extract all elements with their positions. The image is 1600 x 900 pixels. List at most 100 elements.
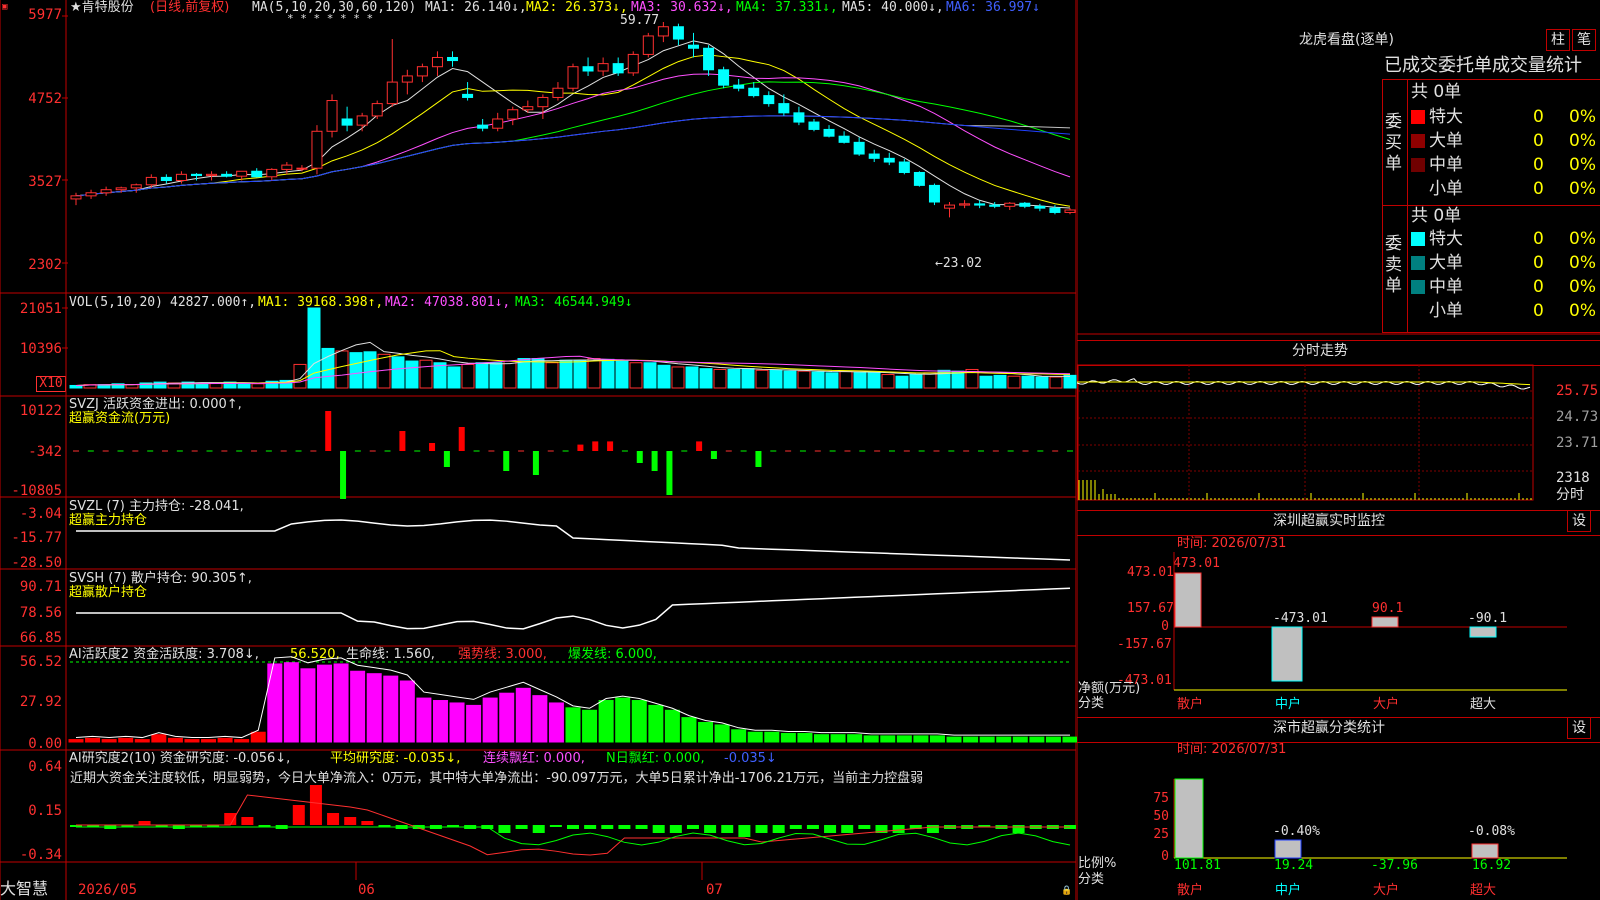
main-chart-area[interactable]: 5977 4752 3527 2302 ▣ ★肯特股份 (日线,前复权) MA(…: [0, 0, 1077, 900]
volume-bar: [461, 363, 475, 389]
candle-body: [597, 63, 609, 72]
activity-bar: [963, 736, 979, 743]
intraday-price-line: [1077, 378, 1531, 390]
right-charts: [1077, 0, 1600, 900]
activity-bar: [432, 700, 448, 743]
volume-bar: [755, 369, 769, 389]
research-bar: [669, 825, 682, 833]
sz-bar-retail: [1174, 572, 1202, 628]
volume-bar: [895, 375, 909, 389]
volume-bar: [1007, 375, 1021, 389]
candle-body: [371, 103, 383, 117]
research-bar: [618, 825, 631, 829]
volume-bar: [643, 362, 657, 389]
activity-bar: [267, 663, 283, 743]
candle-body: [959, 203, 971, 206]
research-bar: [224, 813, 237, 825]
sz-bar-super: [1469, 626, 1497, 638]
volume-bar: [629, 362, 643, 389]
candle-body: [1019, 202, 1031, 207]
flow-bar: [636, 451, 643, 463]
volume-bar: [503, 360, 517, 389]
candle-body: [928, 184, 940, 203]
svzl-line: [76, 519, 1071, 561]
candle-body: [989, 204, 1001, 207]
volume-bar: [1035, 376, 1049, 389]
volume-bar: [769, 369, 783, 389]
volume-bar: [909, 374, 923, 389]
activity-bar: [167, 737, 183, 743]
research-bar: [755, 825, 768, 833]
research-bar: [292, 805, 305, 825]
activity-bar: [1062, 736, 1077, 743]
candle-body: [326, 100, 338, 132]
research-bar: [824, 825, 837, 833]
volume-bar: [839, 370, 853, 389]
volume-bar: [349, 352, 363, 389]
activity-bar: [681, 717, 697, 743]
candle-body: [552, 87, 564, 98]
candle-body: [838, 135, 850, 143]
volume-bar: [741, 368, 755, 389]
research-bar: [858, 825, 871, 829]
activity-bar: [565, 707, 581, 743]
candle-body: [612, 63, 624, 74]
activity-bar: [250, 731, 266, 743]
activity-bar: [780, 732, 796, 743]
activity-bar: [333, 663, 349, 743]
candle-body: [672, 26, 684, 40]
volume-bar: [335, 350, 349, 389]
research-bar: [686, 825, 699, 829]
sz-bar-mid: [1271, 626, 1303, 682]
volume-bar: [307, 307, 321, 389]
volume-bar: [69, 384, 83, 389]
candle-body: [642, 35, 654, 55]
candle-body: [823, 128, 835, 137]
research-bar: [532, 825, 545, 833]
candle-body: [974, 203, 986, 206]
candle-body: [281, 164, 293, 170]
activity-bar: [913, 735, 929, 743]
candle-body: [944, 204, 956, 209]
activity-bar: [217, 737, 233, 743]
candle-body: [130, 184, 142, 189]
flow-bar: [710, 451, 717, 459]
candle-body: [477, 124, 489, 129]
research-bar: [515, 825, 528, 829]
candle-body: [386, 81, 398, 105]
kline-chart[interactable]: [0, 0, 1077, 900]
flow-bar: [503, 451, 510, 471]
volume-bar: [1021, 375, 1035, 389]
activity-bar: [184, 739, 200, 743]
candle-body: [70, 195, 82, 200]
volume-bar: [797, 370, 811, 389]
activity-bar: [830, 734, 846, 743]
research-bar: [549, 825, 562, 827]
research-bar: [789, 825, 802, 829]
activity-bar: [664, 709, 680, 743]
candle-body: [100, 189, 112, 194]
flow-bar: [696, 441, 703, 451]
activity-bar: [896, 735, 912, 743]
candle-body: [462, 93, 474, 98]
research-bar: [652, 825, 665, 833]
activity-bar: [300, 668, 316, 743]
activity-bar: [499, 692, 515, 743]
candle-body: [311, 130, 323, 169]
volume-bar: [979, 375, 993, 389]
research-bar: [138, 821, 151, 825]
volume-bar: [671, 366, 685, 389]
candle-body: [85, 192, 97, 197]
volume-bar: [475, 362, 489, 389]
activity-bar: [615, 697, 631, 743]
volume-bar: [811, 371, 825, 389]
research-bar: [344, 817, 357, 825]
volume-bar: [699, 368, 713, 389]
activity-bar: [416, 697, 432, 743]
flow-bar: [607, 441, 614, 451]
activity-bar: [101, 739, 117, 743]
candle-body: [627, 53, 639, 74]
candle-body: [763, 95, 775, 105]
activity-bar: [1012, 736, 1028, 743]
activity-bar: [350, 670, 366, 743]
